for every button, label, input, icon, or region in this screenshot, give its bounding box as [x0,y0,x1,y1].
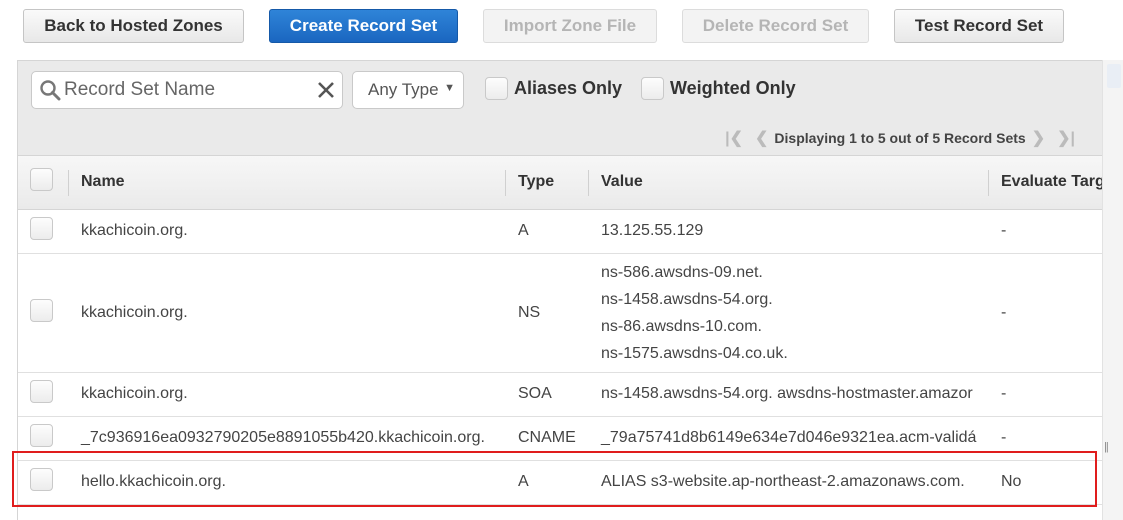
table-row[interactable]: kkachicoin.org. A 13.125.55.129 - [18,209,1102,254]
weighted-only-label: Weighted Only [670,78,796,98]
column-header-type[interactable]: Type [505,156,588,210]
record-evaluate-target: - [988,209,1102,254]
test-record-set-button[interactable]: Test Record Set [894,9,1064,43]
record-type-select[interactable]: Any Type ▼ [352,71,464,109]
table-header: Name Type Value Evaluate Targ [18,156,1102,210]
previous-page-icon[interactable]: ❮ [755,128,768,148]
record-set-name-input[interactable] [62,75,302,105]
record-value: 13.125.55.129 [588,209,988,254]
import-zone-file-button[interactable]: Import Zone File [483,9,657,43]
record-name: hello.kkachicoin.org. [68,460,505,505]
aliases-only-option[interactable]: Aliases Only [485,77,622,100]
weighted-only-checkbox[interactable] [641,77,664,100]
select-all-checkbox[interactable] [30,168,53,192]
first-page-icon[interactable]: |❮ [725,128,743,148]
pagination: |❮ ❮ Displaying 1 to 5 out of 5 Record S… [719,127,1081,149]
table-row[interactable]: kkachicoin.org. NS ns-586.awsdns-09.net.… [18,253,1102,373]
record-name: kkachicoin.org. [68,253,505,373]
record-value-line: ns-586.awsdns-09.net. [601,263,763,281]
column-header-name[interactable]: Name [68,156,505,210]
search-box [31,71,343,109]
record-type: A [505,460,588,505]
aliases-only-checkbox[interactable] [485,77,508,100]
search-icon [39,79,61,106]
record-value: _79a75741d8b6149e634e7d046e9321ea.acm-va… [588,416,988,461]
record-value-line: ns-86.awsdns-10.com. [601,317,762,335]
record-name: kkachicoin.org. [68,372,505,417]
create-record-set-button[interactable]: Create Record Set [269,9,458,43]
record-value-line: ns-1458.awsdns-54.org. [601,290,773,308]
column-header-evaluate-target[interactable]: Evaluate Targ [988,156,1102,210]
row-checkbox[interactable] [30,217,53,240]
record-value: ns-586.awsdns-09.net. ns-1458.awsdns-54.… [588,253,988,373]
next-page-icon[interactable]: ❯ [1032,128,1045,148]
record-name: kkachicoin.org. [68,209,505,254]
record-value-line: ns-1575.awsdns-04.co.uk. [601,344,788,362]
row-checkbox[interactable] [30,424,53,447]
record-evaluate-target: - [988,416,1102,461]
delete-record-set-button[interactable]: Delete Record Set [682,9,869,43]
row-select-cell [18,209,68,254]
filter-bar: Any Type ▼ Aliases Only Weighted Only |❮… [18,61,1102,156]
chevron-down-icon: ▼ [444,82,455,94]
clear-search-icon[interactable] [316,80,336,105]
record-sets-table: Name Type Value Evaluate Targ kkachicoin… [18,156,1102,505]
row-select-cell [18,460,68,505]
table-row[interactable]: kkachicoin.org. SOA ns-1458.awsdns-54.or… [18,372,1102,417]
record-type: A [505,209,588,254]
scrollbar-thumb[interactable] [1107,64,1121,88]
row-checkbox[interactable] [30,380,53,403]
record-type: NS [505,253,588,373]
row-checkbox[interactable] [30,468,53,491]
record-evaluate-target: - [988,253,1102,373]
table-row[interactable]: _7c936916ea0932790205e8891055b420.kkachi… [18,416,1102,461]
record-name: _7c936916ea0932790205e8891055b420.kkachi… [68,416,505,461]
record-type-selected: Any Type [368,80,439,99]
record-sets-panel: Any Type ▼ Aliases Only Weighted Only |❮… [17,60,1102,520]
weighted-only-option[interactable]: Weighted Only [641,77,796,100]
select-all-cell [18,156,68,210]
record-type: SOA [505,372,588,417]
table-row[interactable]: hello.kkachicoin.org. A ALIAS s3-website… [18,460,1102,505]
row-select-cell [18,416,68,461]
row-select-cell [18,253,68,373]
column-header-value[interactable]: Value [588,156,988,210]
record-value: ns-1458.awsdns-54.org. awsdns-hostmaster… [588,372,988,417]
record-evaluate-target: No [988,460,1102,505]
back-to-hosted-zones-button[interactable]: Back to Hosted Zones [23,9,244,43]
record-evaluate-target: - [988,372,1102,417]
row-select-cell [18,372,68,417]
resize-grip-icon[interactable]: || [1104,441,1109,453]
pagination-status: Displaying 1 to 5 out of 5 Record Sets [774,130,1026,146]
row-checkbox[interactable] [30,298,53,322]
record-type: CNAME [505,416,588,461]
last-page-icon[interactable]: ❯| [1057,128,1075,148]
record-value: ALIAS s3-website.ap-northeast-2.amazonaw… [588,460,988,505]
aliases-only-label: Aliases Only [514,78,623,98]
